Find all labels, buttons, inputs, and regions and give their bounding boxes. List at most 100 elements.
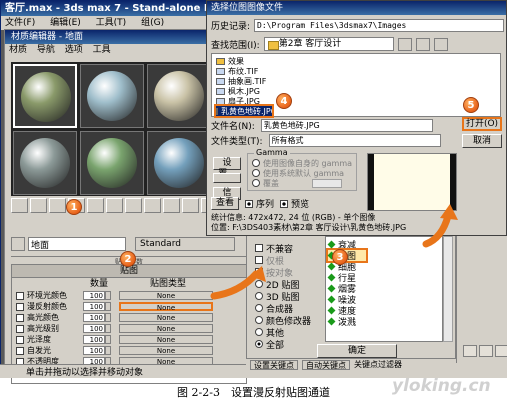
zoom-icon[interactable] [463,345,477,357]
menu-group[interactable]: 组(G) [141,18,164,28]
history-dropdown[interactable]: D:\Program Files\3dsmax7\Images [254,19,505,32]
map-amount-input[interactable]: 100 [83,313,105,322]
map-amount-input[interactable]: 100 [83,324,105,333]
amount-spinner[interactable] [105,324,111,333]
map-type-item[interactable]: 泼溅 [327,316,440,328]
sample-slot[interactable] [13,64,77,128]
cancel-button[interactable]: 取消 [462,134,502,148]
radio-icon [255,340,263,348]
sample-slot[interactable] [80,64,144,128]
map-slot-button[interactable]: None [119,346,213,355]
key-filter-button[interactable]: 关键点过滤器 [354,359,402,370]
file-item[interactable]: 效果 [216,56,496,66]
material-id-button[interactable] [125,198,142,213]
file-item[interactable]: 扇子.JPG [216,96,496,106]
material-name-row: Standard [11,236,247,252]
browser-option[interactable]: 不兼容 [255,242,319,255]
sample-slot[interactable] [80,131,144,195]
map-slot-button[interactable]: None [119,324,213,333]
file-type-dropdown[interactable]: 所有格式 [268,134,441,147]
view-button[interactable]: 查看 [211,197,239,210]
browser-option[interactable]: 全部 [255,338,319,351]
map-enable-checkbox[interactable] [16,302,24,311]
file-item[interactable]: 抽象画.TIF [216,76,496,86]
browser-ok-button[interactable]: 确定 [317,344,397,358]
maximize-viewport-icon[interactable] [495,345,507,357]
map-row: 光泽度 100 None [12,334,246,345]
map-type-icon [327,295,336,304]
menu-tools[interactable]: 工具(T) [96,18,127,28]
show-map-button[interactable] [144,198,161,213]
map-amount-input[interactable]: 100 [83,346,105,355]
mat-menu-material[interactable]: 材质 [9,45,27,55]
mat-menu-navigation[interactable]: 导航 [37,45,55,55]
file-name-input[interactable]: 乳黄色地砖.JPG [260,119,433,132]
sample-slot[interactable] [13,131,77,195]
setup-button-2 [213,173,241,183]
map-slot-button[interactable]: None [119,302,213,312]
map-type-icon [327,306,336,315]
map-enable-checkbox[interactable] [16,291,24,300]
set-key-button[interactable]: 设置关键点 [250,359,298,370]
new-folder-icon[interactable] [415,37,430,51]
material-type-button[interactable]: Standard [135,237,235,251]
map-enable-checkbox[interactable] [16,346,24,355]
browser-option[interactable]: 颜色修改器 [255,314,319,327]
map-slot-button[interactable]: None [119,335,213,344]
menu-file[interactable]: 文件(F) [5,18,35,28]
go-parent-button[interactable] [182,198,199,213]
map-row-label: 高光颜色 [27,313,59,322]
amount-spinner[interactable] [105,346,111,355]
file-item[interactable]: 枫木.JPG [216,86,496,96]
auto-key-button[interactable]: 自动关键点 [302,359,350,370]
show-end-result-button[interactable] [163,198,180,213]
put-to-scene-button[interactable] [30,198,47,213]
gamma-option-system[interactable]: 使用系统默认 gamma [252,168,352,178]
map-enable-checkbox[interactable] [16,324,24,333]
view-menu-icon[interactable] [433,37,448,51]
map-amount-input[interactable]: 100 [83,302,105,311]
history-row: 历史记录: D:\Program Files\3dsmax7\Images [211,19,505,32]
browser-option[interactable]: 其他 [255,326,319,339]
map-enable-checkbox[interactable] [16,335,24,344]
make-unique-button[interactable] [87,198,104,213]
image-file-icon [216,67,225,75]
amount-spinner[interactable] [105,302,111,311]
map-amount-input[interactable]: 100 [83,291,105,300]
browser-option[interactable]: 合成器 [255,302,319,315]
map-slot-button[interactable]: None [119,313,213,322]
amount-spinner[interactable] [105,291,111,300]
open-button[interactable]: 打开(O) [462,117,502,131]
gamma-option-own[interactable]: 使用图像自身的 gamma [252,158,352,168]
zoom-all-icon[interactable] [479,345,493,357]
sequence-checkbox[interactable]: 序列 [245,198,274,210]
callout-arrow [422,204,458,248]
file-type-row: 文件类型(T): 所有格式 [211,134,441,147]
menu-edit[interactable]: 编辑(E) [50,18,81,28]
up-folder-icon[interactable] [397,37,412,51]
look-in-dropdown[interactable]: 第2章 客厅设计 [263,37,394,51]
get-material-button[interactable] [11,198,28,213]
mat-menu-utilities[interactable]: 工具 [93,45,111,55]
amount-spinner[interactable] [105,313,111,322]
assign-material-button[interactable] [49,198,66,213]
sample-slot[interactable] [147,131,211,195]
map-slot-button[interactable]: None [119,291,213,300]
setup-button[interactable]: 设置... [213,157,241,179]
callout-arrow [210,266,266,300]
checkbox-icon [245,199,253,208]
sample-slot[interactable] [147,64,211,128]
file-item[interactable]: 布纹.TIF [216,66,496,76]
map-amount-input[interactable]: 100 [83,335,105,344]
map-enable-checkbox[interactable] [16,313,24,322]
put-to-library-button[interactable] [106,198,123,213]
image-file-icon [216,107,218,115]
file-item[interactable]: 乳黄色地砖.JPG [214,104,277,118]
amount-spinner[interactable] [105,335,111,344]
preview-checkbox[interactable]: 预览 [280,198,309,210]
map-list-scrollbar[interactable] [443,236,453,342]
mat-menu-options[interactable]: 选项 [65,45,83,55]
material-map-browser: 不兼容仅根按对象2D 贴图3D 贴图合成器颜色修改器其他全部 衰减位图细胞行星烟… [246,233,456,363]
material-name-input[interactable] [28,237,126,251]
eyedropper-icon[interactable] [11,237,25,251]
